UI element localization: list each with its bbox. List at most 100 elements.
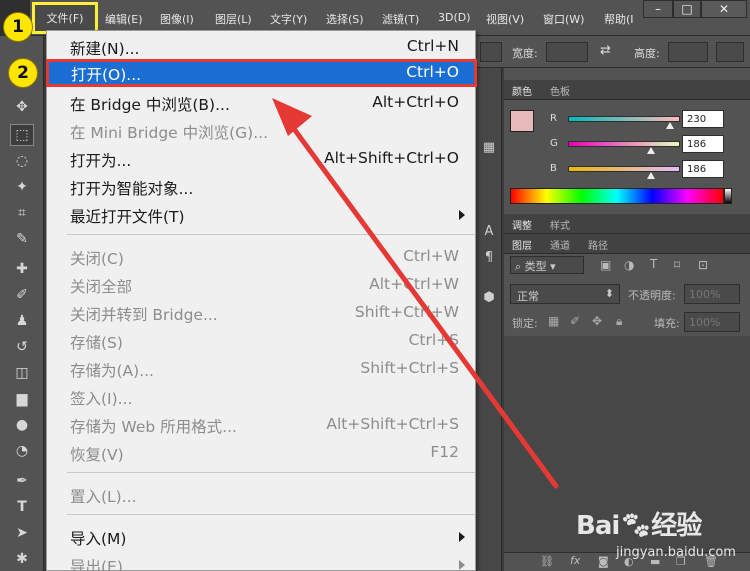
magic-wand-tool-icon[interactable]: ✦ [10, 176, 34, 198]
red-slider-knob[interactable] [666, 122, 674, 129]
lock-transparent-icon[interactable]: ▦ [548, 314, 559, 328]
lock-all-icon[interactable]: 🔒︎ [616, 314, 622, 329]
menu-type[interactable]: 文字(Y) [270, 11, 307, 27]
history-panel-icon[interactable]: ▦ [480, 138, 498, 156]
swap-icon[interactable]: ⇄ [600, 43, 611, 58]
menu-edit[interactable]: 编辑(E) [105, 11, 143, 27]
stamp-tool-icon[interactable]: ♟ [10, 310, 34, 332]
eyedropper-tool-icon[interactable]: ✎ [10, 228, 34, 250]
green-slider-row: G 186 [510, 135, 746, 155]
search-icon: ⌕ [515, 260, 522, 273]
options-dropdown[interactable] [480, 42, 502, 62]
tab-adjustments[interactable]: 调整 [512, 217, 532, 232]
tab-layers[interactable]: 图层 [512, 237, 532, 252]
tab-color[interactable]: 颜色 [512, 83, 532, 98]
menu-item-label: 存储(S) [70, 334, 123, 352]
tab-swatches[interactable]: 色板 [550, 83, 570, 98]
opacity-input[interactable]: 100% [684, 284, 740, 304]
move-tool-icon[interactable]: ✥ [10, 96, 34, 118]
menu-item-save[interactable]: 存储(S) Ctrl+S [47, 327, 475, 355]
fill-input[interactable]: 100% [684, 312, 740, 332]
menu-item-export[interactable]: 导出(E) [47, 551, 475, 571]
layer-filter-dropdown[interactable]: ⌕ 类型 ▾ [510, 256, 584, 274]
close-button[interactable]: ✕ [701, 0, 747, 18]
color-spectrum-bar[interactable] [510, 188, 724, 204]
refine-button[interactable] [716, 42, 744, 62]
menu-view[interactable]: 视图(V) [486, 11, 524, 27]
lock-pixels-icon[interactable]: ✐ [570, 314, 580, 328]
menu-item-browse-in-mini-bridge[interactable]: 在 Mini Bridge 中浏览(G)... [47, 117, 475, 145]
adjustment-filter-icon[interactable]: ◑ [624, 258, 634, 272]
width-input[interactable] [546, 42, 588, 62]
shape-tool-icon[interactable]: ✱ [10, 548, 34, 570]
tab-styles[interactable]: 样式 [550, 217, 570, 232]
menu-item-open-as-smart-object[interactable]: 打开为智能对象... [47, 173, 475, 201]
red-slider[interactable] [568, 116, 680, 122]
submenu-arrow-icon [459, 532, 465, 542]
layer-filter-value: 类型 [524, 260, 547, 273]
maximize-button[interactable]: □ [673, 0, 701, 18]
menu-item-open[interactable]: 打开(O)... Ctrl+O [46, 59, 477, 87]
history-brush-tool-icon[interactable]: ↺ [10, 336, 34, 358]
type-tool-icon[interactable]: T [10, 496, 34, 518]
menu-image[interactable]: 图像(I) [160, 11, 194, 27]
gradient-tool-icon[interactable]: ▆ [10, 388, 34, 410]
menu-window[interactable]: 窗口(W) [543, 11, 584, 27]
tab-channels[interactable]: 通道 [550, 237, 570, 252]
lasso-tool-icon[interactable]: ◌ [10, 150, 34, 172]
menu-item-close[interactable]: 关闭(C) Ctrl+W [47, 243, 475, 271]
height-input[interactable] [668, 42, 708, 62]
eraser-tool-icon[interactable]: ◫ [10, 362, 34, 384]
shape-filter-icon[interactable]: ⌑ [674, 258, 680, 272]
character-panel-icon[interactable]: A [480, 222, 498, 240]
menu-3d[interactable]: 3D(D) [438, 11, 471, 24]
menu-item-browse-in-bridge[interactable]: 在 Bridge 中浏览(B)... Alt+Ctrl+O [47, 89, 475, 117]
path-selection-tool-icon[interactable]: ➤ [10, 522, 34, 544]
menu-item-place[interactable]: 置入(L)... [47, 481, 475, 509]
dodge-tool-icon[interactable]: ◔ [10, 440, 34, 462]
menu-item-save-for-web[interactable]: 存储为 Web 所用格式... Alt+Shift+Ctrl+S [47, 411, 475, 439]
blue-value-input[interactable]: 186 [682, 160, 724, 178]
type-filter-icon[interactable]: T [650, 257, 657, 271]
black-white-ramp[interactable] [724, 188, 732, 204]
lock-position-icon[interactable]: ✥ [592, 314, 602, 328]
paragraph-panel-icon[interactable]: ¶ [480, 248, 498, 266]
menu-item-close-and-go-to-bridge[interactable]: 关闭并转到 Bridge... Shift+Ctrl+W [47, 299, 475, 327]
pixel-filter-icon[interactable]: ▣ [600, 258, 611, 272]
menu-filter[interactable]: 滤镜(T) [382, 11, 419, 27]
green-value-input[interactable]: 186 [682, 135, 724, 153]
green-slider[interactable] [568, 141, 680, 147]
menu-item-label: 关闭并转到 Bridge... [70, 306, 218, 324]
marquee-tool-icon[interactable]: ⬚ [10, 124, 34, 146]
minimize-button[interactable]: – [643, 0, 673, 18]
blur-tool-icon[interactable]: ● [10, 414, 34, 436]
blend-mode-select[interactable]: 正常 ⬍ [510, 284, 620, 304]
menu-item-save-as[interactable]: 存储为(A)... Shift+Ctrl+S [47, 355, 475, 383]
menu-item-revert[interactable]: 恢复(V) F12 [47, 439, 475, 467]
smart-object-filter-icon[interactable]: ⊡ [698, 258, 708, 272]
menu-item-close-all[interactable]: 关闭全部 Alt+Ctrl+W [47, 271, 475, 299]
green-slider-knob[interactable] [647, 147, 655, 154]
menu-item-check-in[interactable]: 签入(I)... [47, 383, 475, 411]
menu-item-label: 置入(L)... [70, 488, 137, 506]
menu-separator [67, 234, 475, 235]
menu-item-open-recent[interactable]: 最近打开文件(T) [47, 201, 475, 229]
healing-brush-tool-icon[interactable]: ✚ [10, 258, 34, 280]
menu-item-new[interactable]: 新建(N)... Ctrl+N [47, 33, 475, 61]
menu-help[interactable]: 帮助(I [604, 11, 634, 27]
link-layers-icon[interactable]: ⛓ [540, 555, 554, 568]
menu-item-label: 打开为... [70, 152, 132, 170]
red-value-input[interactable]: 230 [682, 110, 724, 128]
menu-select[interactable]: 选择(S) [326, 11, 364, 27]
crop-tool-icon[interactable]: ⌗ [10, 202, 34, 224]
menu-item-label: 在 Bridge 中浏览(B)... [70, 96, 230, 114]
3d-panel-icon[interactable]: ⬢ [480, 288, 498, 306]
menu-layer[interactable]: 图层(L) [215, 11, 252, 27]
pen-tool-icon[interactable]: ✒ [10, 470, 34, 492]
blue-slider-knob[interactable] [647, 172, 655, 179]
menu-item-import[interactable]: 导入(M) [47, 523, 475, 551]
brush-tool-icon[interactable]: ✐ [10, 284, 34, 306]
menu-item-open-as[interactable]: 打开为... Alt+Shift+Ctrl+O [47, 145, 475, 173]
tab-paths[interactable]: 路径 [588, 237, 608, 252]
blue-slider[interactable] [568, 166, 680, 172]
